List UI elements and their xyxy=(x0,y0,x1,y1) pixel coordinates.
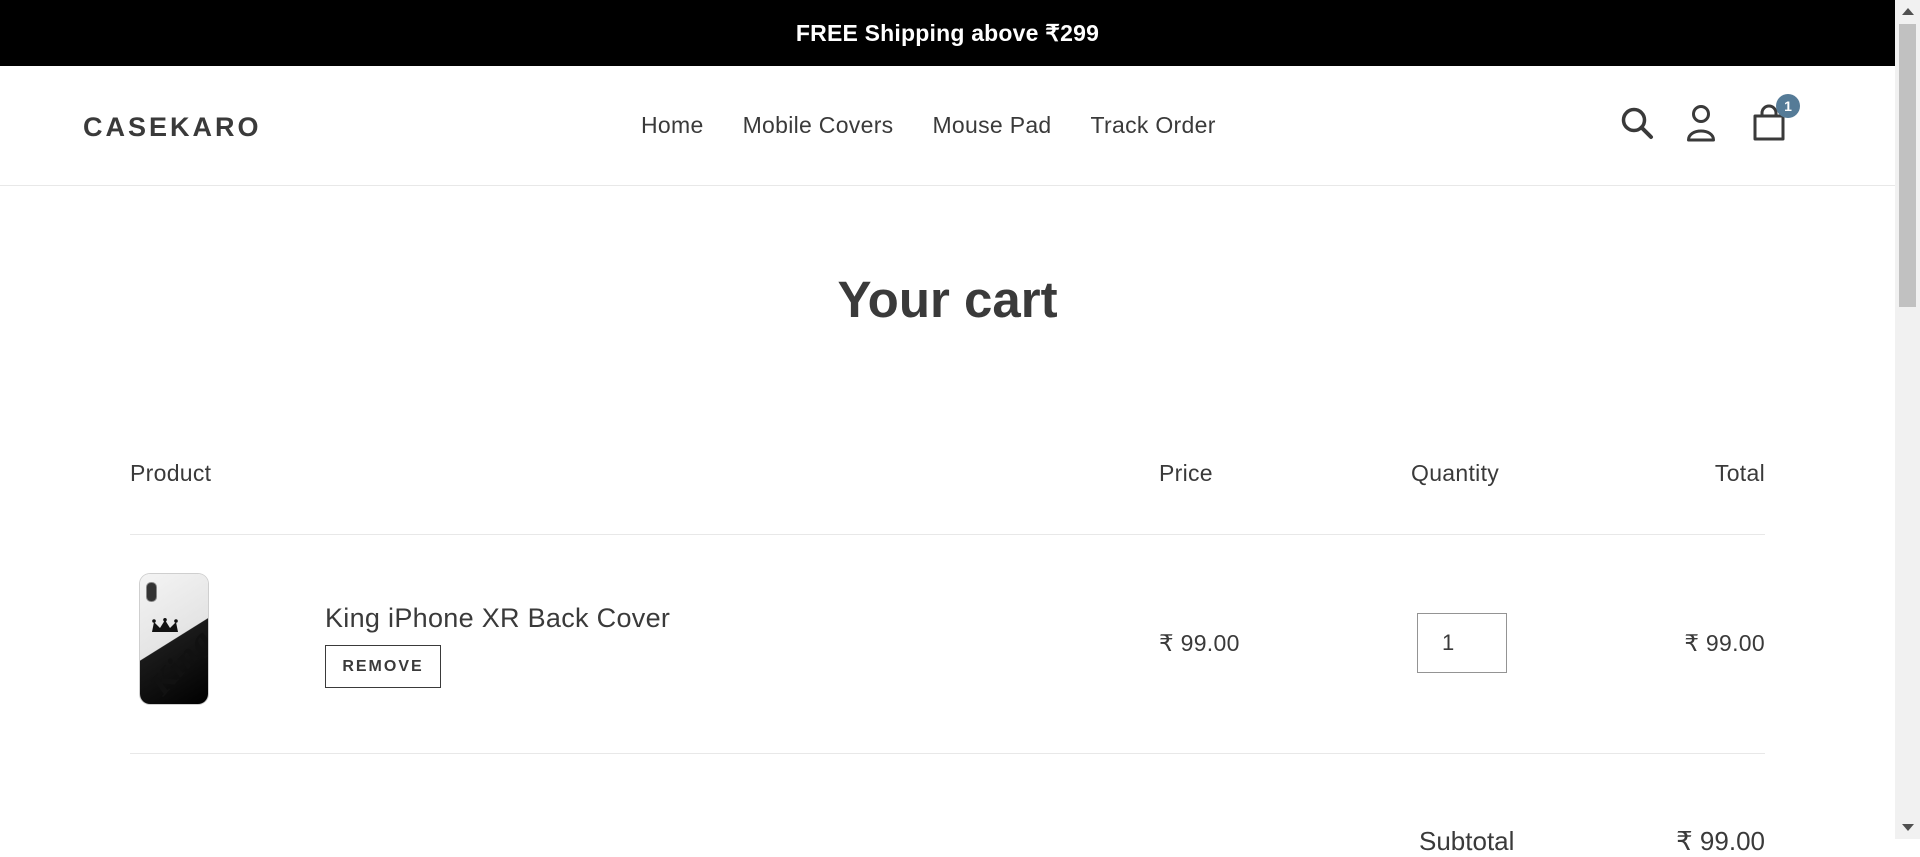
product-image-text: King xyxy=(144,623,208,702)
quantity-input[interactable] xyxy=(1417,613,1507,673)
account-icon xyxy=(1687,105,1715,142)
cart-count-badge: 1 xyxy=(1776,94,1800,118)
search-icon xyxy=(1621,107,1653,139)
item-price: ₹ 99.00 xyxy=(1159,630,1240,656)
vertical-scrollbar[interactable] xyxy=(1895,0,1920,839)
announcement-bar: FREE Shipping above ₹299 xyxy=(0,0,1895,66)
column-price: Price xyxy=(1159,460,1213,486)
product-name-link[interactable]: King iPhone XR Back Cover xyxy=(325,603,670,634)
header-icons: 1 xyxy=(1620,94,1800,142)
row-divider xyxy=(130,753,1765,754)
cart-button[interactable]: 1 xyxy=(1752,94,1800,142)
main-nav: Home Mobile Covers Mouse Pad Track Order xyxy=(641,112,1255,139)
header-divider xyxy=(130,534,1765,535)
item-total: ₹ 99.00 xyxy=(1684,630,1765,656)
scroll-up-arrow-icon[interactable] xyxy=(1902,8,1914,15)
nav-mouse-pad[interactable]: Mouse Pad xyxy=(932,112,1051,139)
nav-mobile-covers[interactable]: Mobile Covers xyxy=(743,112,894,139)
column-quantity: Quantity xyxy=(1411,460,1500,486)
nav-track-order[interactable]: Track Order xyxy=(1091,112,1216,139)
search-button[interactable] xyxy=(1620,106,1654,140)
subtotal-value: ₹ 99.00 xyxy=(1676,826,1765,856)
page-title: Your cart xyxy=(837,271,1058,328)
scroll-down-arrow-icon[interactable] xyxy=(1902,824,1914,831)
nav-home[interactable]: Home xyxy=(641,112,704,139)
scrollbar-thumb[interactable] xyxy=(1899,24,1916,307)
subtotal-label: Subtotal xyxy=(1419,826,1515,856)
product-image[interactable]: King xyxy=(140,574,208,704)
site-logo[interactable]: CASEKARO xyxy=(83,112,262,143)
site-header: CASEKARO Home Mobile Covers Mouse Pad Tr… xyxy=(0,66,1895,186)
announcement-text: FREE Shipping above ₹299 xyxy=(795,19,1100,46)
account-button[interactable] xyxy=(1686,104,1716,142)
camera-graphic xyxy=(146,582,157,602)
crown-icon xyxy=(152,618,178,632)
column-product: Product xyxy=(130,460,212,486)
column-total: Total xyxy=(1714,460,1765,486)
remove-button[interactable]: REMOVE xyxy=(325,645,441,688)
cart-table-header: Product Price Quantity Total xyxy=(130,460,1765,486)
